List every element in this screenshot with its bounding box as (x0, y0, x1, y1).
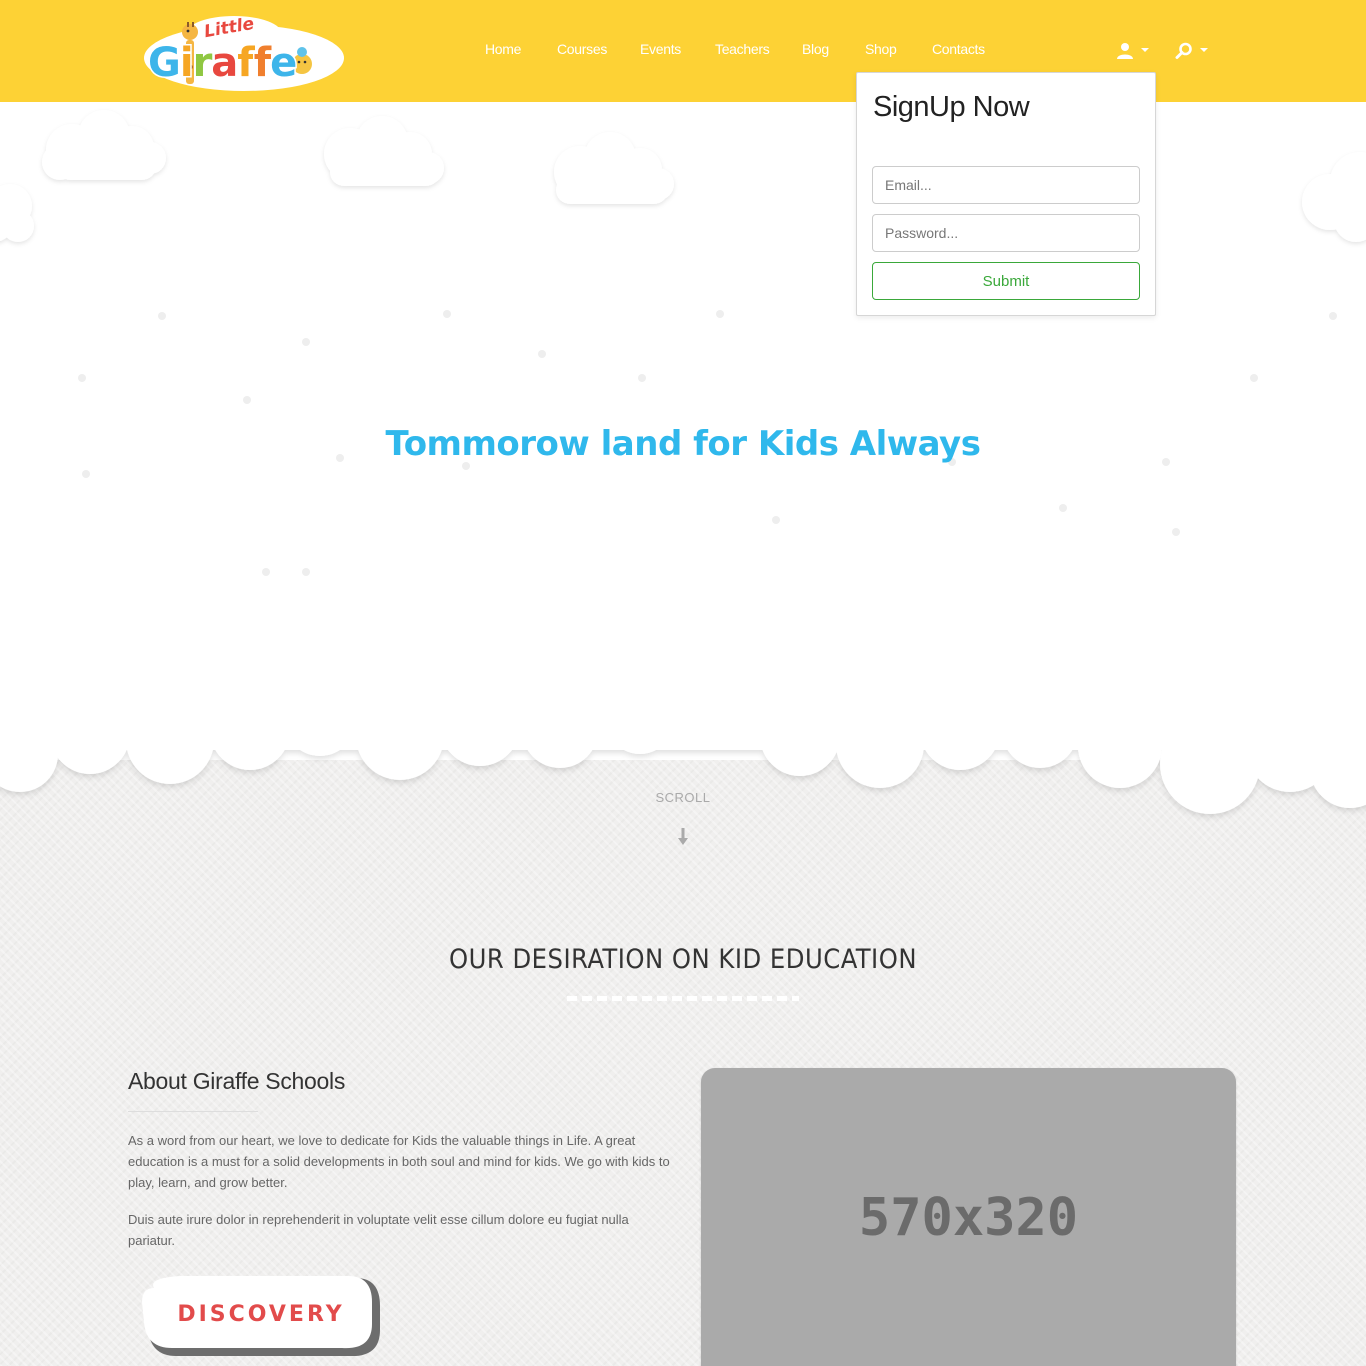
nav-item-events[interactable]: Events (640, 41, 681, 57)
chevron-down-icon (1141, 48, 1149, 52)
nav-item-teachers[interactable]: Teachers (715, 41, 770, 57)
discovery-button[interactable]: DISCOVERY (142, 1276, 380, 1356)
nav-item-home[interactable]: Home (485, 41, 521, 57)
logo-letter: f (236, 39, 257, 88)
user-menu-toggle[interactable] (1116, 40, 1152, 62)
about-paragraph: Duis aute irure dolor in reprehenderit i… (128, 1212, 629, 1248)
nav-item-courses[interactable]: Courses (557, 41, 607, 57)
email-field[interactable] (872, 166, 1140, 204)
password-field[interactable] (872, 214, 1140, 252)
submit-button[interactable]: Submit (872, 262, 1140, 300)
about-image-placeholder: 570x320 (701, 1068, 1236, 1366)
search-icon (1175, 42, 1192, 59)
logo-letter: e (269, 39, 299, 88)
arrow-down-icon[interactable] (677, 827, 689, 847)
chevron-down-icon (1200, 48, 1208, 52)
title-divider (567, 996, 799, 1001)
about-title: About Giraffe Schools (128, 1068, 346, 1094)
scroll-label: SCROLL (655, 790, 711, 805)
signup-dropdown: SignUp Now Submit (856, 72, 1156, 316)
user-icon (1117, 43, 1133, 59)
section-title: OUR DESIRATION ON KID EDUCATION (448, 944, 917, 975)
about-paragraph: As a word from our heart, we love to ded… (128, 1133, 670, 1190)
nav-item-blog[interactable]: Blog (802, 41, 829, 57)
logo-letter: a (210, 39, 240, 88)
logo-text-main: Giraffe (147, 39, 299, 88)
cloud-edge-divider (0, 690, 1366, 814)
placeholder-size-label: 570x320 (858, 1188, 1079, 1248)
signup-title: SignUp Now (873, 91, 1030, 123)
discovery-button-label: DISCOVERY (177, 1302, 345, 1327)
site-logo[interactable]: Little Giraffe (142, 12, 346, 92)
logo-letter: i (178, 39, 195, 88)
search-menu-toggle[interactable] (1174, 40, 1210, 62)
hero-title: Tommorow land for Kids Always (385, 424, 981, 464)
about-divider (128, 1111, 258, 1112)
site-header: Little Giraffe Home Courses Events Teach… (0, 0, 1366, 102)
logo-letter: G (147, 39, 183, 88)
logo-letter: r (191, 39, 214, 88)
nav-item-contacts[interactable]: Contacts (932, 41, 985, 57)
logo-letter: f (252, 39, 273, 88)
nav-item-shop[interactable]: Shop (865, 41, 897, 57)
